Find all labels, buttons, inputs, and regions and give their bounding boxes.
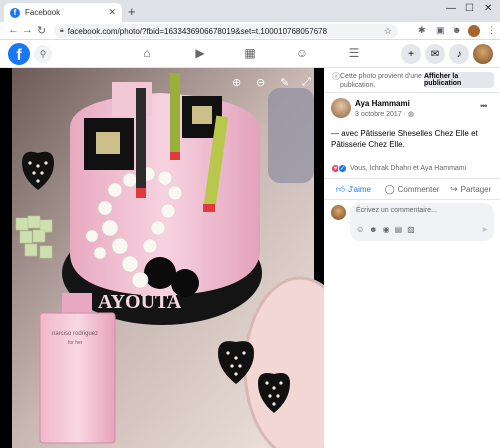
address-bar[interactable]: 🔒︎ facebook.com/photo/?fbid=163343690667… (54, 24, 398, 38)
create-icon[interactable]: + (401, 44, 421, 64)
lock-icon: 🔒︎ (60, 27, 64, 34)
account-avatar[interactable] (473, 44, 493, 64)
share-button[interactable]: ↪ Partager (441, 180, 500, 198)
reactions-text: Vous, Ichrak Dhahri et Aya Hammami (350, 165, 467, 172)
globe-icon: ◍ (407, 111, 415, 118)
send-icon[interactable]: ➤ (481, 225, 488, 234)
comment-input[interactable]: Écrivez un commentaire... ☺ ☻ ◉ ▤ ▧ ➤ (350, 203, 494, 241)
share-label: Partager (460, 184, 492, 194)
new-tab-button[interactable]: + (128, 4, 136, 19)
forward-arrow-icon[interactable]: → (22, 24, 33, 36)
perfume-brand-text: narciso rodriguez (52, 331, 98, 337)
post-actions: 👍︎ J'aime ◯ Commenter ↪ Partager (324, 180, 500, 198)
tab-close-icon[interactable]: ✕ (108, 7, 116, 18)
close-window-button[interactable]: ✕ (484, 3, 492, 14)
url-text: facebook.com/photo/?fbid=163343690667801… (67, 26, 328, 36)
divider (324, 92, 500, 93)
like-label: J'aime (348, 184, 371, 194)
gif-icon[interactable]: ▤ (395, 225, 403, 234)
photo-image: AYOUTA narciso rodriguez for her (12, 68, 324, 448)
notice-text: Cette photo provient d'une publication. (340, 73, 422, 89)
comment-label: Commenter (397, 184, 440, 194)
post-date-text: 3 octobre 2017 (355, 111, 402, 118)
perfume-sub-text: for her (68, 340, 83, 346)
zoom-in-icon[interactable]: ⊕ (232, 76, 241, 89)
tag-icon[interactable]: ✎ (280, 76, 289, 89)
photo-viewer[interactable]: AYOUTA narciso rodriguez for her ⊕ ⊖ ✎ ⤢ (0, 68, 324, 448)
messenger-icon[interactable]: ✉ (425, 44, 445, 64)
post-panel: ⓘ Cette photo provient d'une publication… (324, 68, 500, 448)
cake-text: AYOUTA (98, 291, 182, 313)
info-icon: ⓘ (332, 72, 340, 81)
marketplace-icon[interactable]: ▦ (243, 46, 257, 60)
comment-button[interactable]: ◯ Commenter (383, 180, 442, 198)
search-icon[interactable]: ⚲ (34, 45, 52, 63)
tab-title: Facebook (25, 8, 61, 17)
photo-notice: ⓘ Cette photo provient d'une publication… (332, 72, 422, 90)
fullscreen-icon[interactable]: ⤢ (302, 76, 311, 89)
sticker-icon[interactable]: ▧ (407, 225, 415, 234)
post-date[interactable]: 3 octobre 2017 · ◍ (355, 110, 414, 118)
reload-icon[interactable]: ↻ (37, 24, 46, 37)
browser-menu-icon[interactable]: ⋮ (487, 25, 496, 36)
profile-menu-icon[interactable]: ☻ (452, 25, 461, 35)
maximize-button[interactable]: ☐ (465, 3, 474, 14)
camera-icon[interactable]: ◉ (383, 225, 390, 234)
browser-tab[interactable]: f Facebook ✕ (4, 3, 122, 22)
extensions-icon[interactable]: ✱ (418, 25, 426, 36)
menu-icon[interactable]: ☰ (347, 46, 361, 60)
side-panel-icon[interactable]: ▣ (436, 25, 445, 36)
zoom-out-icon[interactable]: ⊖ (256, 76, 265, 89)
minimize-button[interactable]: — (446, 3, 456, 14)
commenter-avatar (331, 205, 346, 220)
author-name[interactable]: Aya Hammami (355, 99, 410, 108)
comment-tools: ☺ ☻ ◉ ▤ ▧ (356, 225, 420, 234)
facebook-logo[interactable]: f (8, 43, 30, 65)
browser-tab-bar: f Facebook ✕ + — ☐ ✕ (0, 0, 500, 22)
like-reaction-icon: ✓ (338, 164, 347, 173)
thumbs-up-icon: 👍︎ (335, 183, 346, 194)
divider (324, 199, 500, 200)
show-publication-button[interactable]: Afficher la publication (424, 72, 494, 88)
comment-icon: ◯ (384, 183, 395, 194)
comment-placeholder: Écrivez un commentaire... (356, 207, 437, 214)
groups-icon[interactable]: ☺ (295, 46, 309, 60)
notifications-icon[interactable]: ♪ (449, 44, 469, 64)
browser-avatar[interactable] (468, 25, 480, 37)
reactions-summary[interactable]: ♥ ✓ Vous, Ichrak Dhahri et Aya Hammami (331, 164, 466, 173)
facebook-header: f ⚲ ⌂ ▶ ▦ ☺ ☰ + ✉ ♪ (0, 40, 500, 68)
post-caption: — avec Pâtisserie Sheselles Chez Elle et… (331, 129, 478, 149)
back-arrow-icon[interactable]: ← (8, 24, 19, 36)
share-icon: ↪ (450, 183, 458, 194)
watch-icon[interactable]: ▶ (193, 46, 207, 60)
emoji-icon[interactable]: ☻ (369, 225, 377, 234)
home-icon[interactable]: ⌂ (140, 46, 154, 60)
more-options-icon[interactable]: ••• (480, 101, 488, 111)
author-avatar[interactable] (331, 98, 351, 118)
bookmark-star-icon[interactable]: ☆ (384, 26, 392, 37)
divider (324, 178, 500, 179)
like-button[interactable]: 👍︎ J'aime (324, 180, 383, 198)
avatar-sticker-icon[interactable]: ☺ (356, 225, 364, 234)
facebook-favicon-icon: f (10, 7, 20, 18)
browser-toolbar: ← → ↻ 🔒︎ facebook.com/photo/?fbid=163343… (0, 22, 500, 40)
